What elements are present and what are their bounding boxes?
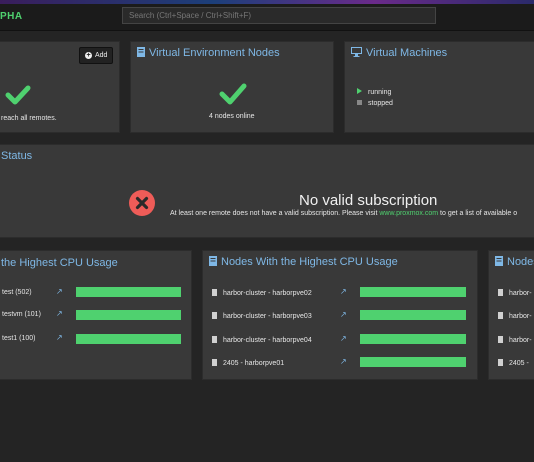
cpu-usage-bar — [360, 287, 466, 297]
node-row[interactable]: harbor-cluster - harborpve04 — [212, 336, 312, 344]
section-title: Status — [1, 150, 33, 162]
cpu-usage-bar — [76, 334, 181, 344]
legend-label: running — [368, 89, 392, 96]
server-icon — [495, 256, 503, 269]
nodes-cpu-title: Nodes With the Highest CPU Usage — [221, 256, 398, 268]
node-row-label: harbor-cluster - harborpve04 — [223, 337, 312, 344]
checkmark-icon — [219, 83, 247, 105]
cpu-usage-bar — [76, 287, 181, 297]
legend-label: stopped — [368, 100, 393, 107]
stop-icon — [357, 100, 362, 105]
guests-cpu-title: the Highest CPU Usage — [1, 257, 118, 269]
panel-title: Virtual Machines — [351, 47, 447, 60]
add-remote-button[interactable]: + Add — [79, 47, 114, 64]
server-icon — [212, 336, 217, 343]
server-icon — [212, 289, 217, 296]
panel-title: Nodes With the Highest CPU Usage — [209, 256, 398, 269]
server-icon — [209, 256, 217, 269]
cpu-usage-bar — [360, 357, 466, 367]
remotes-panel: + Add reach all remotes. — [0, 41, 120, 133]
node-row-label: 2405 - — [509, 360, 529, 367]
node-row-label: harbor-cluster - harborpve03 — [223, 313, 312, 320]
search-input[interactable]: Search (Ctrl+Space / Ctrl+Shift+F) — [122, 7, 436, 24]
external-link-icon[interactable]: ↗ — [56, 333, 63, 342]
checkmark-icon — [5, 85, 31, 105]
node-row[interactable]: harbor-cluster - harborpve02 — [212, 289, 312, 297]
brand-logo[interactable]: PHA — [0, 11, 23, 22]
remotes-status-text: reach all remotes. — [1, 115, 57, 122]
external-link-icon[interactable]: ↗ — [56, 309, 63, 318]
play-icon — [357, 88, 362, 94]
server-icon — [498, 289, 503, 296]
node-row[interactable]: harbor- — [498, 312, 532, 320]
plus-icon: + — [85, 52, 92, 59]
legend-stopped: stopped — [357, 100, 393, 107]
server-icon — [212, 359, 217, 366]
server-icon — [498, 336, 503, 343]
node-row[interactable]: harbor- — [498, 336, 532, 344]
node-row[interactable]: 2405 - harborpve01 — [212, 359, 284, 367]
node-row[interactable]: 2405 - — [498, 359, 529, 367]
third-panel-title: Nodes — [507, 256, 534, 268]
vms-panel-title: Virtual Machines — [366, 47, 448, 59]
proxmox-link[interactable]: www.proxmox.com — [379, 210, 438, 217]
panel-title: Virtual Environment Nodes — [137, 47, 280, 60]
vms-panel: Virtual Machines running stopped — [344, 41, 534, 133]
external-link-icon[interactable]: ↗ — [56, 287, 63, 296]
server-icon — [498, 312, 503, 319]
nodes-panel: Virtual Environment Nodes 4 nodes online — [130, 41, 334, 133]
add-button-label: Add — [95, 52, 108, 59]
server-icon — [498, 359, 503, 366]
subscription-message: At least one remote does not have a vali… — [170, 210, 517, 217]
server-icon — [212, 312, 217, 319]
message-suffix: to get a list of available o — [440, 210, 518, 217]
nodes-panel-title: Virtual Environment Nodes — [149, 47, 280, 59]
node-row[interactable]: harbor-cluster - harborpve03 — [212, 312, 312, 320]
external-link-icon[interactable]: ↗ — [340, 287, 347, 296]
desktop-icon — [351, 47, 362, 60]
external-link-icon[interactable]: ↗ — [340, 310, 347, 319]
no-subscription-heading: No valid subscription — [299, 192, 438, 209]
legend-running: running — [357, 88, 391, 96]
error-icon — [129, 190, 155, 216]
server-icon — [137, 47, 145, 60]
guest-row-label[interactable]: testvm (101) — [2, 311, 41, 318]
cpu-usage-bar — [76, 310, 181, 320]
guest-row-label[interactable]: test (502) — [2, 289, 32, 296]
external-link-icon[interactable]: ↗ — [340, 334, 347, 343]
cpu-usage-bar — [360, 334, 466, 344]
panel-title: Nodes — [495, 256, 534, 269]
node-row-label: harbor- — [509, 313, 532, 320]
cpu-usage-bar — [360, 310, 466, 320]
node-row-label: harbor- — [509, 337, 532, 344]
node-row[interactable]: harbor- — [498, 289, 532, 297]
node-row-label: harbor-cluster - harborpve02 — [223, 290, 312, 297]
top-bar: PHA Search (Ctrl+Space / Ctrl+Shift+F) — [0, 4, 534, 31]
node-row-label: harbor- — [509, 290, 532, 297]
subscription-status-panel: Status — [0, 144, 534, 238]
message-prefix: At least one remote does not have a vali… — [170, 210, 378, 217]
node-row-label: 2405 - harborpve01 — [223, 360, 285, 367]
external-link-icon[interactable]: ↗ — [340, 357, 347, 366]
nodes-online-text: 4 nodes online — [209, 113, 255, 120]
guest-row-label[interactable]: test1 (100) — [2, 335, 35, 342]
